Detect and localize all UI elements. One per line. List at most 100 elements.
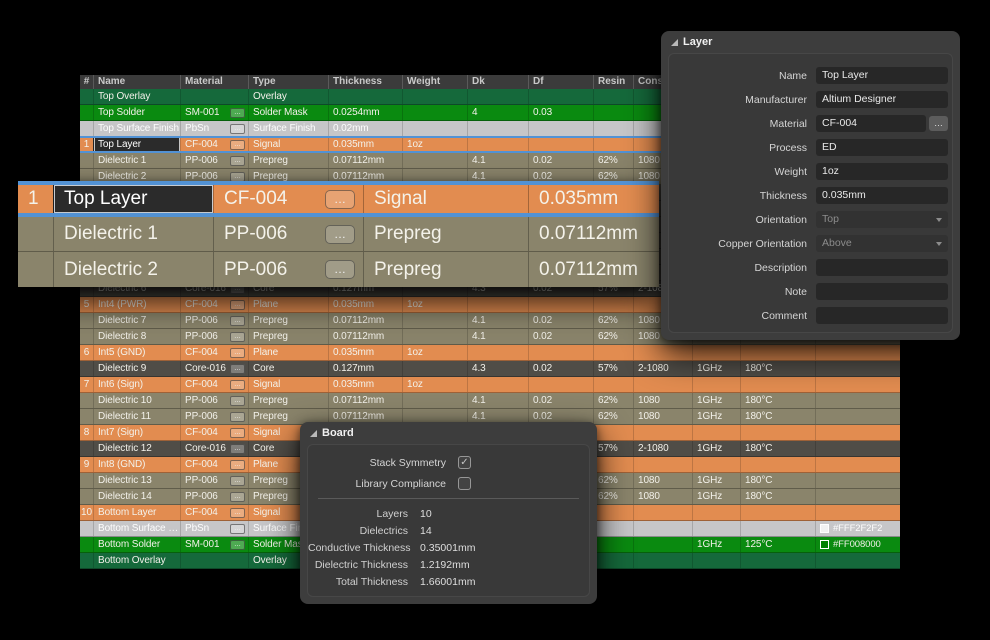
magnified-row-dielectric-1[interactable]: Dielectric 1PP-006…Prepreg0.07112mm — [18, 217, 659, 252]
material-value: CF-004 — [185, 457, 218, 472]
color-cell — [815, 361, 900, 376]
field-label-comment: Comment — [669, 310, 807, 322]
layer-row-dielectric-10[interactable]: Dielectric 10PP-006…Prepreg0.07112mm4.10… — [80, 393, 900, 409]
material-browse-button[interactable]: … — [230, 332, 245, 342]
material-browse-button[interactable]: … — [230, 428, 245, 438]
layer-panel-title: Layer — [683, 36, 712, 48]
layer-row-int6-sign[interactable]: 7Int6 (Sign)CF-004…Signal0.035mm1oz — [80, 377, 900, 393]
layer-panel-header[interactable]: Layer — [671, 36, 712, 48]
field-select-copper-orientation[interactable]: Above — [816, 235, 948, 252]
material-browse-button[interactable]: … — [325, 190, 355, 209]
checkbox-library-compliance[interactable] — [458, 477, 471, 490]
field-input-description[interactable] — [816, 259, 948, 276]
column-header-name[interactable]: Name — [93, 75, 180, 89]
field-label-description: Description — [669, 262, 807, 274]
column-header-material[interactable]: Material — [180, 75, 248, 89]
magnified-row-top-layer[interactable]: 1Top LayerCF-004…Signal0.035mm — [18, 185, 659, 217]
freq-cell: 1GHz — [692, 361, 740, 376]
material-browse-button[interactable]: … — [230, 492, 245, 502]
resin-cell: 57% — [593, 441, 633, 456]
material-browse-button[interactable]: … — [230, 460, 245, 470]
column-header-type[interactable]: Type — [248, 75, 328, 89]
field-label-note: Note — [669, 286, 807, 298]
column-header-thickness[interactable]: Thickness — [328, 75, 402, 89]
material-cell: CF-004… — [180, 297, 248, 312]
dk-cell: 4.1 — [467, 393, 528, 408]
color-hex-label: #FF008000 — [833, 537, 881, 552]
material-browse-button[interactable]: … — [230, 444, 245, 454]
magnified-rows-overlay: 1Top LayerCF-004…Signal0.035mmDielectric… — [18, 181, 659, 287]
column-header-weight[interactable]: Weight — [402, 75, 467, 89]
name-cell: Dielectric 7 — [93, 313, 180, 328]
collapse-triangle-icon — [671, 39, 678, 46]
field-input-weight[interactable]: 1oz — [816, 163, 948, 180]
resin-cell — [593, 425, 633, 440]
column-header-resin[interactable]: Resin — [593, 75, 633, 89]
name-cell: Bottom Overlay — [93, 553, 180, 568]
material-browse-button[interactable]: … — [230, 156, 245, 166]
constr-cell — [633, 377, 692, 392]
browse-button[interactable]: … — [929, 116, 948, 131]
column-header-dk[interactable]: Dk — [467, 75, 528, 89]
checkbox-stack-symmetry[interactable]: ✓ — [458, 456, 471, 469]
layer-name-editor[interactable]: Top Layer — [93, 137, 180, 152]
material-browse-button[interactable]: … — [230, 396, 245, 406]
field-input-manufacturer[interactable]: Altium Designer — [816, 91, 948, 108]
material-browse-button[interactable]: … — [230, 172, 245, 182]
board-panel-header[interactable]: Board — [310, 427, 354, 439]
temp-cell: 180°C — [740, 393, 815, 408]
material-browse-button[interactable]: … — [325, 260, 355, 279]
field-input-comment[interactable] — [816, 307, 948, 324]
freq-cell — [692, 505, 740, 520]
material-browse-button[interactable]: … — [230, 412, 245, 422]
material-browse-button[interactable]: … — [230, 364, 245, 374]
material-browse-button[interactable]: … — [230, 108, 245, 118]
constr-cell — [633, 345, 692, 360]
resin-cell: 62% — [593, 473, 633, 488]
field-input-thickness[interactable]: 0.035mm — [816, 187, 948, 204]
resin-cell: 62% — [593, 409, 633, 424]
layer-row-dielectric-9[interactable]: Dielectric 9Core-016…Core0.127mm4.30.025… — [80, 361, 900, 377]
num-cell: 1 — [80, 137, 93, 152]
layer-name-editor[interactable]: Top Layer — [53, 185, 213, 213]
material-browse-button[interactable]: … — [230, 508, 245, 518]
material-cell: CF-004 … — [180, 457, 248, 472]
column-header-df[interactable]: Df — [528, 75, 593, 89]
layer-row-int5-gnd[interactable]: 6Int5 (GND)CF-004…Plane0.035mm1oz — [80, 345, 900, 361]
material-browse-button[interactable]: … — [230, 300, 245, 310]
material-value: SM-001 — [185, 537, 219, 552]
material-browse-button[interactable]: … — [230, 380, 245, 390]
column-header-[interactable]: # — [80, 75, 93, 89]
magnified-row-dielectric-2[interactable]: Dielectric 2PP-006…Prepreg0.07112mm — [18, 252, 659, 287]
temp-cell — [740, 521, 815, 536]
stat-label-layers: Layers — [308, 508, 408, 520]
wt-cell — [402, 121, 467, 136]
thk-cell: 0.02mm — [328, 121, 402, 136]
constr-cell — [633, 505, 692, 520]
thk-cell: 0.127mm — [328, 361, 402, 376]
temp-cell: 180°C — [740, 361, 815, 376]
field-input-material[interactable]: CF-004 — [816, 115, 926, 132]
field-input-name[interactable]: Top Layer — [816, 67, 948, 84]
material-browse-button[interactable]: … — [230, 348, 245, 358]
field-select-orientation[interactable]: Top — [816, 211, 948, 228]
field-input-note[interactable] — [816, 283, 948, 300]
material-cell: PP-006… — [180, 329, 248, 344]
material-browse-button[interactable]: … — [230, 476, 245, 486]
df-cell: 0.02 — [528, 393, 593, 408]
field-input-process[interactable]: ED — [816, 139, 948, 156]
material-browse-button[interactable]: … — [230, 140, 245, 150]
material-browse-button[interactable]: … — [230, 124, 245, 134]
material-value: PP-006 — [185, 473, 218, 488]
material-cell: Core-016… — [180, 361, 248, 376]
material-browse-button[interactable]: … — [230, 540, 245, 550]
type-cell: Overlay — [248, 89, 328, 104]
layer-name-cell: Dielectric 2 — [53, 252, 213, 287]
color-cell: #FFF2F2F2 — [815, 521, 900, 536]
temp-cell — [740, 377, 815, 392]
freq-cell — [692, 345, 740, 360]
stat-value-dielectrics: 14 — [420, 525, 432, 537]
material-browse-button[interactable]: … — [325, 225, 355, 244]
material-browse-button[interactable]: … — [230, 316, 245, 326]
material-browse-button[interactable]: … — [230, 524, 245, 534]
